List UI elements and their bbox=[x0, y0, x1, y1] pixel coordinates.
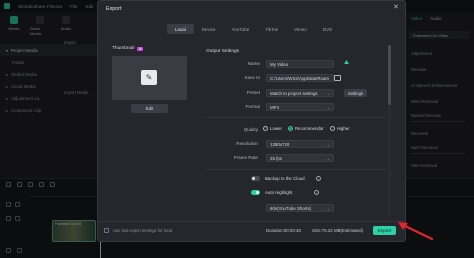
quality-radio-group: Lower Recommendar Higher bbox=[263, 126, 350, 131]
last-settings-label: Use last export settings for local bbox=[113, 228, 173, 233]
save-path-field[interactable]: C:/Users/WS2/AppData/Roam bbox=[266, 74, 334, 82]
quality-label: Quality bbox=[243, 127, 258, 132]
frame-rate-select[interactable]: 25 fps ⌄ bbox=[266, 154, 334, 162]
settings-button[interactable]: Settings bbox=[344, 89, 367, 97]
output-settings-heading: Output Settings bbox=[206, 49, 240, 54]
tab-vimeo[interactable]: Vimeo bbox=[286, 24, 315, 34]
info-icon[interactable]: i bbox=[314, 190, 319, 195]
export-button[interactable]: Export bbox=[373, 226, 396, 235]
name-label: Name bbox=[247, 61, 260, 66]
dialog-title: Export bbox=[106, 6, 122, 12]
chevron-down-icon: ⌄ bbox=[326, 104, 330, 110]
resolution-select[interactable]: 1280x720 ⌄ bbox=[266, 140, 334, 148]
auto-highlight-toggle[interactable] bbox=[251, 190, 260, 195]
tab-youtube[interactable]: YouTube bbox=[224, 24, 258, 34]
duration-text: Duration:00:00:30 bbox=[266, 228, 301, 233]
format-select[interactable]: MP4 ⌄ bbox=[266, 103, 334, 111]
preset-label: Preset bbox=[246, 90, 260, 95]
tab-tiktok[interactable]: TikTok bbox=[257, 24, 286, 34]
scrollbar[interactable] bbox=[388, 45, 391, 215]
quality-recommended-radio[interactable]: Recommendar bbox=[287, 126, 324, 131]
divider bbox=[206, 169, 386, 170]
tab-device[interactable]: Device bbox=[194, 24, 224, 34]
chevron-down-icon: ⌄ bbox=[326, 205, 330, 211]
pencil-icon[interactable]: ✎ bbox=[141, 70, 157, 85]
tab-dvd[interactable]: DVD bbox=[315, 24, 341, 34]
size-text: Size:75.22 MB(Estimated) bbox=[312, 228, 364, 233]
name-field[interactable]: My Video bbox=[266, 60, 334, 68]
red-arrow-annotation bbox=[398, 222, 434, 241]
dialog-footer: Use last export settings for local Durat… bbox=[98, 221, 405, 241]
backup-toggle[interactable] bbox=[251, 176, 260, 181]
quality-higher-radio[interactable]: Higher bbox=[329, 126, 350, 131]
format-label: Format bbox=[245, 104, 260, 109]
resolution-label: Resolution bbox=[236, 141, 258, 146]
auto-highlight-label: Auto Highlight bbox=[265, 190, 293, 195]
tab-local[interactable]: Local bbox=[167, 24, 194, 34]
save-to-label: Save to bbox=[244, 75, 260, 80]
ai-name-icon[interactable]: ⛰ bbox=[344, 60, 349, 66]
quality-lower-radio[interactable]: Lower bbox=[263, 126, 282, 131]
scrollbar-thumb[interactable] bbox=[388, 45, 391, 105]
edit-thumbnail-button[interactable]: Edit bbox=[131, 104, 168, 113]
chevron-down-icon: ⌄ bbox=[326, 155, 330, 161]
export-dialog: Export ✕ Local Device YouTube TikTok Vim… bbox=[97, 0, 406, 242]
close-icon[interactable]: ✕ bbox=[393, 4, 399, 11]
export-tabs: Local Device YouTube TikTok Vimeo DVD bbox=[167, 24, 340, 34]
info-icon[interactable]: i bbox=[316, 176, 321, 181]
folder-icon[interactable] bbox=[334, 75, 341, 81]
highlight-duration-select[interactable]: 60s(YouTube Shorts) ⌄ bbox=[266, 204, 334, 212]
preset-select[interactable]: Match to project settings ⌄ bbox=[266, 89, 334, 97]
ai-badge: AI bbox=[137, 46, 144, 51]
chevron-down-icon: ⌄ bbox=[326, 90, 330, 96]
backup-label: Backup to the Cloud bbox=[265, 176, 305, 181]
frame-rate-label: Frame Rate bbox=[233, 155, 258, 160]
last-settings-checkbox[interactable] bbox=[104, 228, 109, 233]
thumbnail-preview[interactable]: ✎ bbox=[112, 56, 187, 100]
divider bbox=[206, 117, 386, 118]
thumbnail-label: Thumbnail AI bbox=[112, 46, 144, 51]
chevron-down-icon: ⌄ bbox=[326, 141, 330, 147]
